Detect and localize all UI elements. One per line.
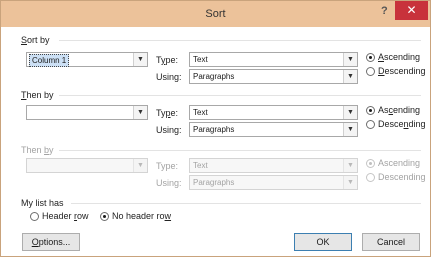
- then-by-descending-label[interactable]: Descending: [378, 119, 426, 129]
- chevron-down-icon: ▼: [343, 106, 357, 119]
- then-by-descending-radio[interactable]: [366, 120, 375, 129]
- chevron-down-icon: ▼: [343, 53, 357, 66]
- header-row-label[interactable]: Header row: [42, 211, 89, 221]
- sort-by-using-label: Using:: [156, 72, 182, 82]
- sort-by-type-label: Type:: [156, 55, 179, 65]
- sort-by-divider: [59, 40, 421, 41]
- list-has-divider: [71, 203, 421, 204]
- chevron-down-icon: ▼: [343, 123, 357, 136]
- then-by-2-type-label: Type:: [156, 161, 179, 171]
- chevron-down-icon: ▼: [133, 53, 147, 66]
- then-by-2-type-value: Text: [193, 161, 208, 170]
- then-by-2-using-select[interactable]: Paragraphs ▼: [189, 175, 358, 190]
- then-by-type-select[interactable]: Text ▼: [189, 105, 358, 120]
- chevron-down-icon: ▼: [343, 176, 357, 189]
- then-by-2-divider: [59, 150, 421, 151]
- list-has-label: My list has: [21, 198, 64, 208]
- then-by-using-value: Paragraphs: [193, 125, 235, 134]
- chevron-down-icon: ▼: [343, 70, 357, 83]
- then-by-ascending-radio[interactable]: [366, 106, 375, 115]
- then-by-2-label: Then by: [21, 145, 54, 155]
- then-by-using-select[interactable]: Paragraphs ▼: [189, 122, 358, 137]
- sort-by-column-value: Column 1: [29, 54, 70, 67]
- then-by-2-ascending-radio[interactable]: [366, 159, 375, 168]
- ok-button[interactable]: OK: [294, 233, 352, 251]
- then-by-2-using-value: Paragraphs: [193, 178, 235, 187]
- options-button[interactable]: Options...: [22, 233, 80, 251]
- dialog-title: Sort: [205, 8, 226, 20]
- cancel-button[interactable]: Cancel: [362, 233, 420, 251]
- then-by-type-value: Text: [193, 108, 208, 117]
- then-by-2-descending-radio[interactable]: [366, 173, 375, 182]
- no-header-row-radio[interactable]: [100, 212, 109, 221]
- then-by-2-type-select[interactable]: Text ▼: [189, 158, 358, 173]
- then-by-2-descending-label[interactable]: Descending: [378, 172, 426, 182]
- sort-by-using-value: Paragraphs: [193, 72, 235, 81]
- close-icon: ✕: [406, 3, 417, 17]
- chevron-down-icon: ▼: [343, 159, 357, 172]
- then-by-divider: [59, 95, 421, 96]
- no-header-row-label[interactable]: No header row: [112, 211, 171, 221]
- sort-by-type-value: Text: [193, 55, 208, 64]
- then-by-column-select[interactable]: ▼: [26, 105, 148, 120]
- sort-by-descending-label[interactable]: Descending: [378, 66, 426, 76]
- then-by-type-label: Type:: [156, 108, 179, 118]
- then-by-2-ascending-label[interactable]: Ascending: [378, 158, 420, 168]
- sort-dialog: Sort ? ✕ Sort by Column 1 ▼ Type: Text ▼…: [0, 0, 431, 257]
- title-bar: Sort ? ✕: [1, 1, 430, 27]
- then-by-ascending-label[interactable]: Ascending: [378, 105, 420, 115]
- header-row-radio[interactable]: [30, 212, 39, 221]
- sort-by-using-select[interactable]: Paragraphs ▼: [189, 69, 358, 84]
- sort-by-label: Sort by: [21, 35, 50, 45]
- then-by-using-label: Using:: [156, 125, 182, 135]
- then-by-2-using-label: Using:: [156, 178, 182, 188]
- sort-by-ascending-label[interactable]: Ascending: [378, 52, 420, 62]
- sort-by-type-select[interactable]: Text ▼: [189, 52, 358, 67]
- sort-by-column-select[interactable]: Column 1 ▼: [26, 52, 148, 67]
- help-button[interactable]: ?: [381, 5, 388, 17]
- chevron-down-icon: ▼: [133, 106, 147, 119]
- then-by-label: Then by: [21, 90, 54, 100]
- then-by-2-column-select[interactable]: ▼: [26, 158, 148, 173]
- close-button[interactable]: ✕: [395, 1, 428, 20]
- sort-by-ascending-radio[interactable]: [366, 53, 375, 62]
- chevron-down-icon: ▼: [133, 159, 147, 172]
- sort-by-descending-radio[interactable]: [366, 67, 375, 76]
